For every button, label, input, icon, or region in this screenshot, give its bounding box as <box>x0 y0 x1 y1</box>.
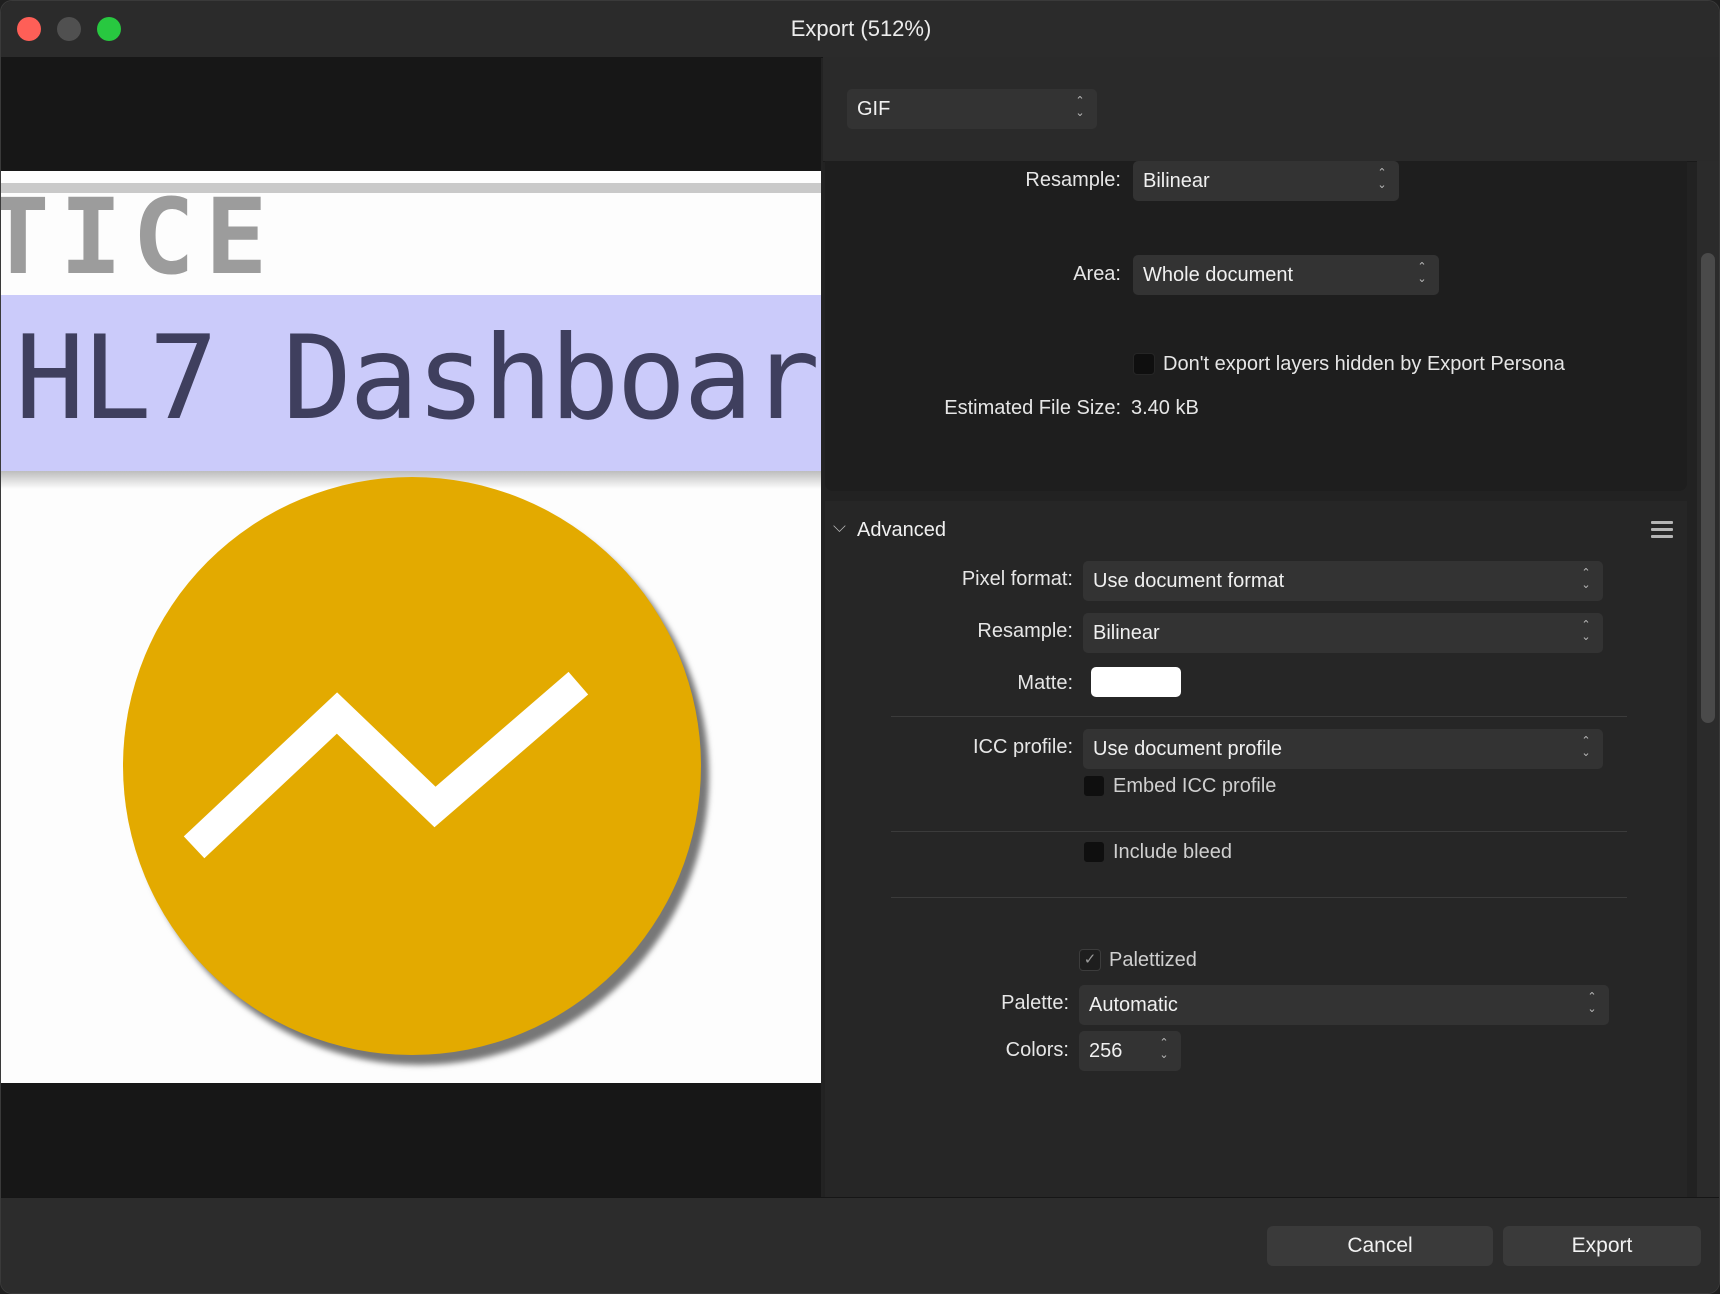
pixel-format-label: Pixel format: <box>961 568 1073 590</box>
file-size-label: Estimated File Size: <box>944 397 1121 419</box>
window-title: Export (512%) <box>790 16 932 41</box>
area-select[interactable]: Whole document ⌃ ⌄ <box>1133 255 1439 295</box>
preview-band-text: HL7 Dashboard <box>15 311 821 446</box>
disclosure-chevron-icon[interactable]: ⌵ <box>833 517 846 537</box>
divider <box>891 831 1627 832</box>
resample-label: Resample: <box>1025 169 1121 191</box>
resample-select[interactable]: Bilinear ⌃ ⌄ <box>1133 161 1399 201</box>
chevron-updown-icon: ⌃ ⌄ <box>1587 991 1597 1015</box>
advanced-resample-label: Resample: <box>977 620 1073 642</box>
hidden-layers-label: Don't export layers hidden by Export Per… <box>1163 353 1565 375</box>
palettized-label: Palettized <box>1109 949 1197 971</box>
icc-profile-select[interactable]: Use document profile ⌃ ⌄ <box>1083 729 1603 769</box>
palette-select-value: Automatic <box>1089 994 1178 1016</box>
checkmark-icon: ✓ <box>1083 951 1097 968</box>
advanced-resample-select-value: Bilinear <box>1093 622 1160 644</box>
resample-select-value: Bilinear <box>1143 170 1210 192</box>
chevron-updown-icon: ⌃ ⌄ <box>1417 261 1427 285</box>
palette-label: Palette: <box>1001 992 1069 1014</box>
icc-profile-select-value: Use document profile <box>1093 738 1282 760</box>
include-bleed-checkbox[interactable] <box>1083 841 1105 863</box>
hamburger-menu-icon[interactable] <box>1651 521 1673 539</box>
palettized-checkbox[interactable]: ✓ <box>1079 949 1101 971</box>
preview-top-text: TICE <box>1 176 278 298</box>
preview-canvas: TICE HL7 Dashboard <box>1 171 821 1083</box>
icc-profile-label: ICC profile: <box>972 736 1073 758</box>
area-label: Area: <box>1073 263 1121 285</box>
dialog-footer: Cancel Export <box>1 1197 1719 1293</box>
title-bar: Export (512%) <box>1 1 1719 58</box>
scrollbar-thumb[interactable] <box>1701 253 1715 723</box>
preview-title-band: HL7 Dashboard <box>1 295 821 471</box>
embed-icc-label: Embed ICC profile <box>1113 775 1277 797</box>
divider <box>891 716 1627 717</box>
matte-color-swatch[interactable] <box>1091 667 1181 697</box>
advanced-section-title[interactable]: Advanced <box>857 519 946 542</box>
chevron-updown-icon: ⌃ ⌄ <box>1581 567 1591 591</box>
hidden-layers-checkbox[interactable] <box>1133 353 1155 375</box>
general-settings-section: Resample: Bilinear ⌃ ⌄ Area: Whole docume… <box>825 161 1687 491</box>
pixel-format-select-value: Use document format <box>1093 570 1285 592</box>
palette-select[interactable]: Automatic ⌃ ⌄ <box>1079 985 1609 1025</box>
export-button[interactable]: Export <box>1503 1226 1701 1266</box>
advanced-resample-select[interactable]: Bilinear ⌃ ⌄ <box>1083 613 1603 653</box>
area-select-value: Whole document <box>1143 264 1294 286</box>
colors-label: Colors: <box>1005 1039 1069 1061</box>
chevron-updown-icon: ⌃ ⌄ <box>1377 167 1387 191</box>
export-dialog: Export (512%) TICE HL7 Dashboard GIF ⌃⌄ <box>0 0 1720 1294</box>
trend-line-icon <box>183 671 589 859</box>
colors-stepper-value: 256 <box>1089 1040 1123 1062</box>
trend-chart-icon <box>123 477 701 1055</box>
chevron-updown-icon: ⌃ ⌄ <box>1075 95 1085 119</box>
format-area: GIF ⌃ ⌄ <box>823 57 1719 162</box>
matte-label: Matte: <box>1017 672 1073 694</box>
chevron-updown-icon: ⌃ ⌄ <box>1581 619 1591 643</box>
format-select[interactable]: GIF ⌃ ⌄ <box>847 89 1097 129</box>
stepper-arrows-icon[interactable]: ⌃ ⌄ <box>1159 1037 1169 1063</box>
colors-stepper[interactable]: 256 ⌃ ⌄ <box>1079 1031 1181 1071</box>
advanced-section: ⌵ Advanced Pixel format: Use document fo… <box>825 501 1687 1197</box>
cancel-button[interactable]: Cancel <box>1267 1226 1493 1266</box>
format-select-value: GIF <box>857 98 891 120</box>
chevron-updown-icon: ⌃ ⌄ <box>1581 735 1591 759</box>
embed-icc-checkbox[interactable] <box>1083 775 1105 797</box>
include-bleed-label: Include bleed <box>1113 841 1232 863</box>
divider <box>891 897 1627 898</box>
file-size-value: 3.40 kB <box>1131 397 1199 419</box>
export-preview[interactable]: TICE HL7 Dashboard <box>1 57 821 1197</box>
export-settings-panel: GIF ⌃ ⌄ Resample: Bilinear ⌃ ⌄ Area: Whole… <box>823 57 1719 1197</box>
pixel-format-select[interactable]: Use document format ⌃ ⌄ <box>1083 561 1603 601</box>
